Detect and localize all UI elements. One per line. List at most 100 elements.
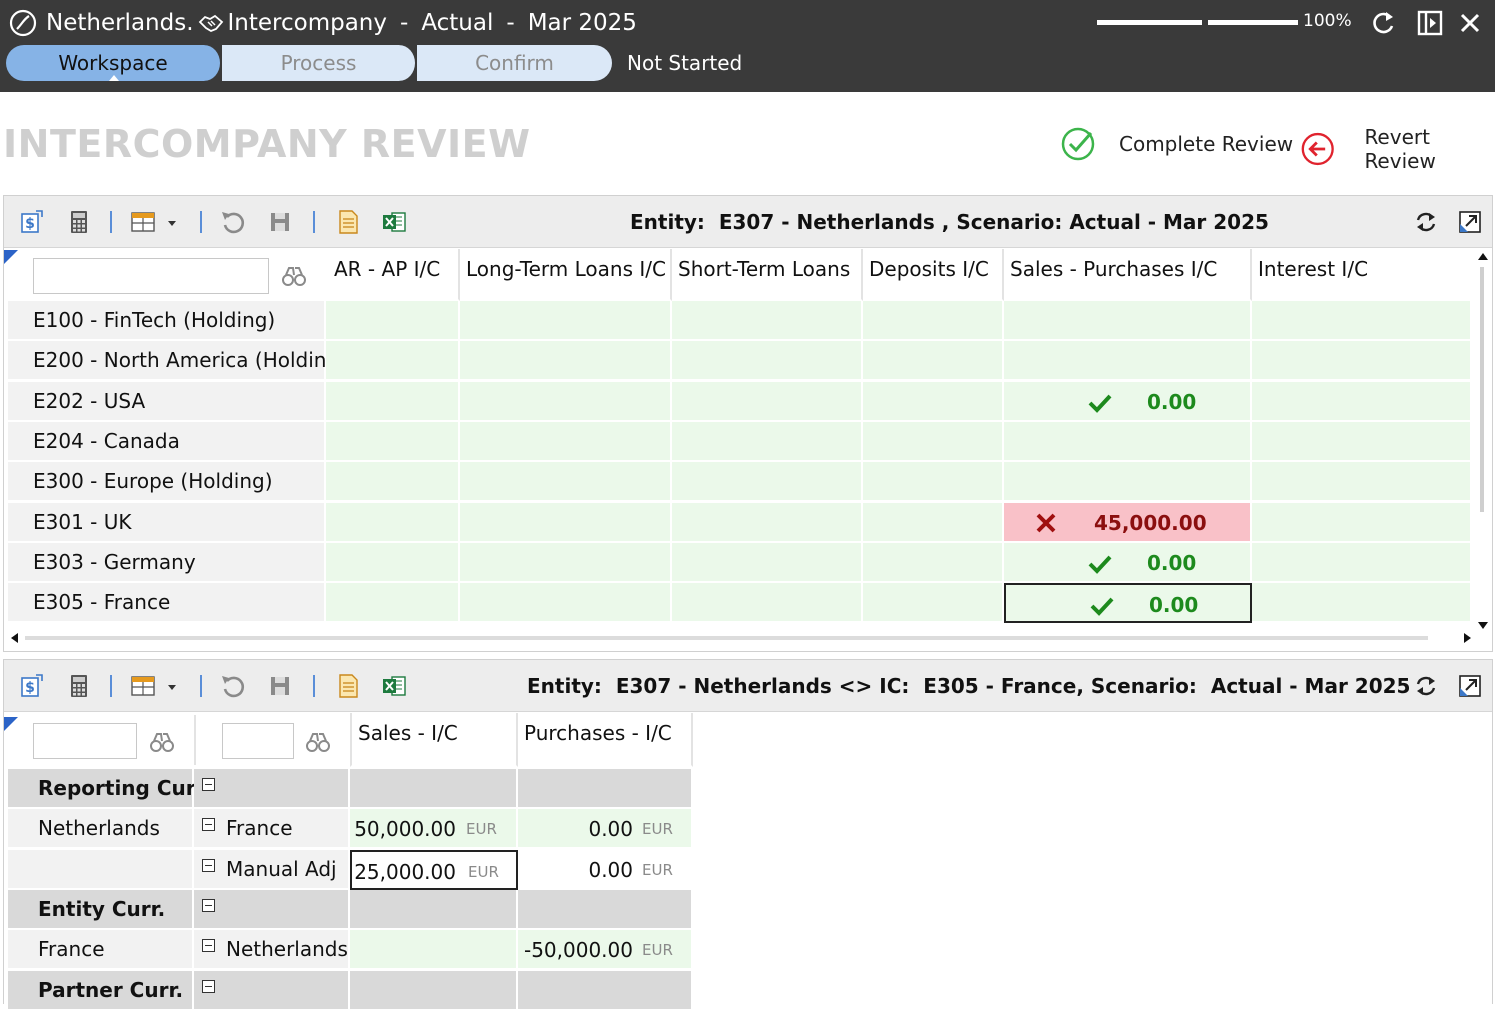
column-header[interactable]: Long-Term Loans I/C <box>460 249 672 301</box>
layout-dropdown-icon[interactable] <box>129 208 181 236</box>
grid-cell[interactable] <box>863 422 1004 462</box>
column-header[interactable]: AR - AP I/C <box>326 249 460 301</box>
report-icon[interactable] <box>334 208 362 236</box>
sub-row-header[interactable]: Netherlands <box>194 930 350 970</box>
grid-cell[interactable] <box>672 583 863 623</box>
grid-cell[interactable] <box>1252 301 1472 341</box>
grid-cell[interactable]: 0.00 <box>1004 583 1252 623</box>
sub-row-header[interactable] <box>194 971 350 1011</box>
zoom-slider-right[interactable] <box>1208 20 1298 25</box>
horizontal-scrollbar[interactable] <box>11 633 1471 643</box>
purchases-ic-cell[interactable]: -50,000.00 EUR <box>518 930 693 970</box>
refresh-icon[interactable] <box>1369 8 1399 38</box>
row-filter-input[interactable] <box>33 258 269 294</box>
grid-cell[interactable] <box>863 583 1004 623</box>
grid-cell[interactable] <box>326 341 460 381</box>
grid-cell[interactable] <box>326 462 460 502</box>
refresh-grid-icon[interactable] <box>1412 208 1440 236</box>
sub-row-header[interactable]: Manual Adj <box>194 850 350 890</box>
expand-grid-icon[interactable] <box>1456 208 1484 236</box>
grid-cell[interactable] <box>1004 462 1252 502</box>
step-process[interactable]: Process <box>222 45 417 81</box>
filter-binoculars-icon[interactable] <box>305 730 331 754</box>
grid-cell[interactable] <box>326 382 460 422</box>
refresh-grid-icon[interactable] <box>1412 672 1440 700</box>
excel-export-icon[interactable] <box>380 208 408 236</box>
grid-cell[interactable] <box>326 301 460 341</box>
undo-icon[interactable] <box>219 672 247 700</box>
column-header[interactable]: Purchases - I/C <box>518 713 693 767</box>
grid-cell[interactable] <box>863 543 1004 583</box>
group-row-header[interactable]: Reporting Curr. <box>8 769 210 809</box>
grid-cell[interactable] <box>672 382 863 422</box>
purchases-ic-cell[interactable]: 0.00 EUR <box>518 850 693 890</box>
group-row-header[interactable]: France <box>8 930 194 970</box>
report-icon[interactable] <box>334 672 362 700</box>
grid-cell[interactable]: 0.00 <box>1004 543 1252 583</box>
sub-row-header[interactable] <box>194 769 350 809</box>
collapse-toggle-icon[interactable] <box>202 899 215 912</box>
sales-ic-cell[interactable] <box>350 890 518 930</box>
column-header[interactable]: Short-Term Loans <box>672 249 863 301</box>
grid-cell[interactable] <box>672 422 863 462</box>
grid-cell[interactable] <box>672 503 863 543</box>
purchases-ic-cell[interactable] <box>518 971 693 1011</box>
group-row-header[interactable] <box>8 850 194 890</box>
grid-cell[interactable] <box>1252 583 1472 623</box>
grid-cell[interactable] <box>460 543 672 583</box>
sub-row-header[interactable]: France <box>194 809 350 849</box>
currency-icon[interactable]: $ <box>18 208 46 236</box>
sub-row-header[interactable] <box>194 890 350 930</box>
grid-cell[interactable] <box>863 301 1004 341</box>
grid-cell[interactable] <box>672 341 863 381</box>
filter-binoculars-icon[interactable] <box>281 264 307 288</box>
save-icon[interactable] <box>266 208 294 236</box>
column-header[interactable]: Deposits I/C <box>863 249 1004 301</box>
row-filter-input[interactable] <box>33 723 137 759</box>
row-header[interactable]: E100 - FinTech (Holding) <box>8 301 326 341</box>
purchases-ic-cell[interactable]: 0.00 EUR <box>518 809 693 849</box>
expand-grid-icon[interactable] <box>1456 672 1484 700</box>
group-row-header[interactable]: Partner Curr. <box>8 971 194 1011</box>
grid-cell[interactable] <box>460 341 672 381</box>
step-workspace[interactable]: Workspace <box>6 45 222 81</box>
group-row-header[interactable]: Entity Curr. <box>8 890 194 930</box>
grid-cell[interactable] <box>326 583 460 623</box>
calculator-icon[interactable] <box>65 672 93 700</box>
row-header[interactable]: E305 - France <box>8 583 326 623</box>
collapse-toggle-icon[interactable] <box>202 818 215 831</box>
grid-cell[interactable] <box>1252 422 1472 462</box>
undo-icon[interactable] <box>219 208 247 236</box>
sales-ic-cell[interactable]: 25,000.00 EUR <box>350 850 518 890</box>
layout-dropdown-icon[interactable] <box>129 672 181 700</box>
group-row-header[interactable]: Netherlands <box>8 809 194 849</box>
complete-review-button[interactable]: Complete Review <box>1060 125 1293 163</box>
row-header[interactable]: E301 - UK <box>8 503 326 543</box>
grid-cell[interactable] <box>1252 341 1472 381</box>
grid-cell[interactable] <box>1252 543 1472 583</box>
grid-cell[interactable] <box>460 301 672 341</box>
grid-cell[interactable] <box>1004 301 1252 341</box>
currency-icon[interactable]: $ <box>18 672 46 700</box>
grid-cell[interactable] <box>326 422 460 462</box>
grid-cell[interactable] <box>863 382 1004 422</box>
vertical-scrollbar[interactable] <box>1477 253 1489 629</box>
save-icon[interactable] <box>266 672 294 700</box>
column-header[interactable]: Sales - I/C <box>350 713 518 767</box>
grid-cell[interactable] <box>326 543 460 583</box>
sales-ic-cell[interactable]: 50,000.00 EUR <box>350 809 518 849</box>
excel-export-icon[interactable] <box>380 672 408 700</box>
grid-cell[interactable] <box>1252 382 1472 422</box>
purchases-ic-cell[interactable] <box>518 890 693 930</box>
purchases-ic-cell[interactable] <box>518 769 693 809</box>
row-header[interactable]: E204 - Canada <box>8 422 326 462</box>
zoom-slider-left[interactable] <box>1097 20 1202 25</box>
collapse-toggle-icon[interactable] <box>202 980 215 993</box>
row-header[interactable]: E300 - Europe (Holding) <box>8 462 326 502</box>
grid-cell[interactable] <box>672 462 863 502</box>
sales-ic-cell[interactable] <box>350 769 518 809</box>
grid-cell[interactable] <box>460 583 672 623</box>
collapse-toggle-icon[interactable] <box>202 778 215 791</box>
collapse-toggle-icon[interactable] <box>202 859 215 872</box>
column-header[interactable]: Interest I/C <box>1252 249 1472 301</box>
